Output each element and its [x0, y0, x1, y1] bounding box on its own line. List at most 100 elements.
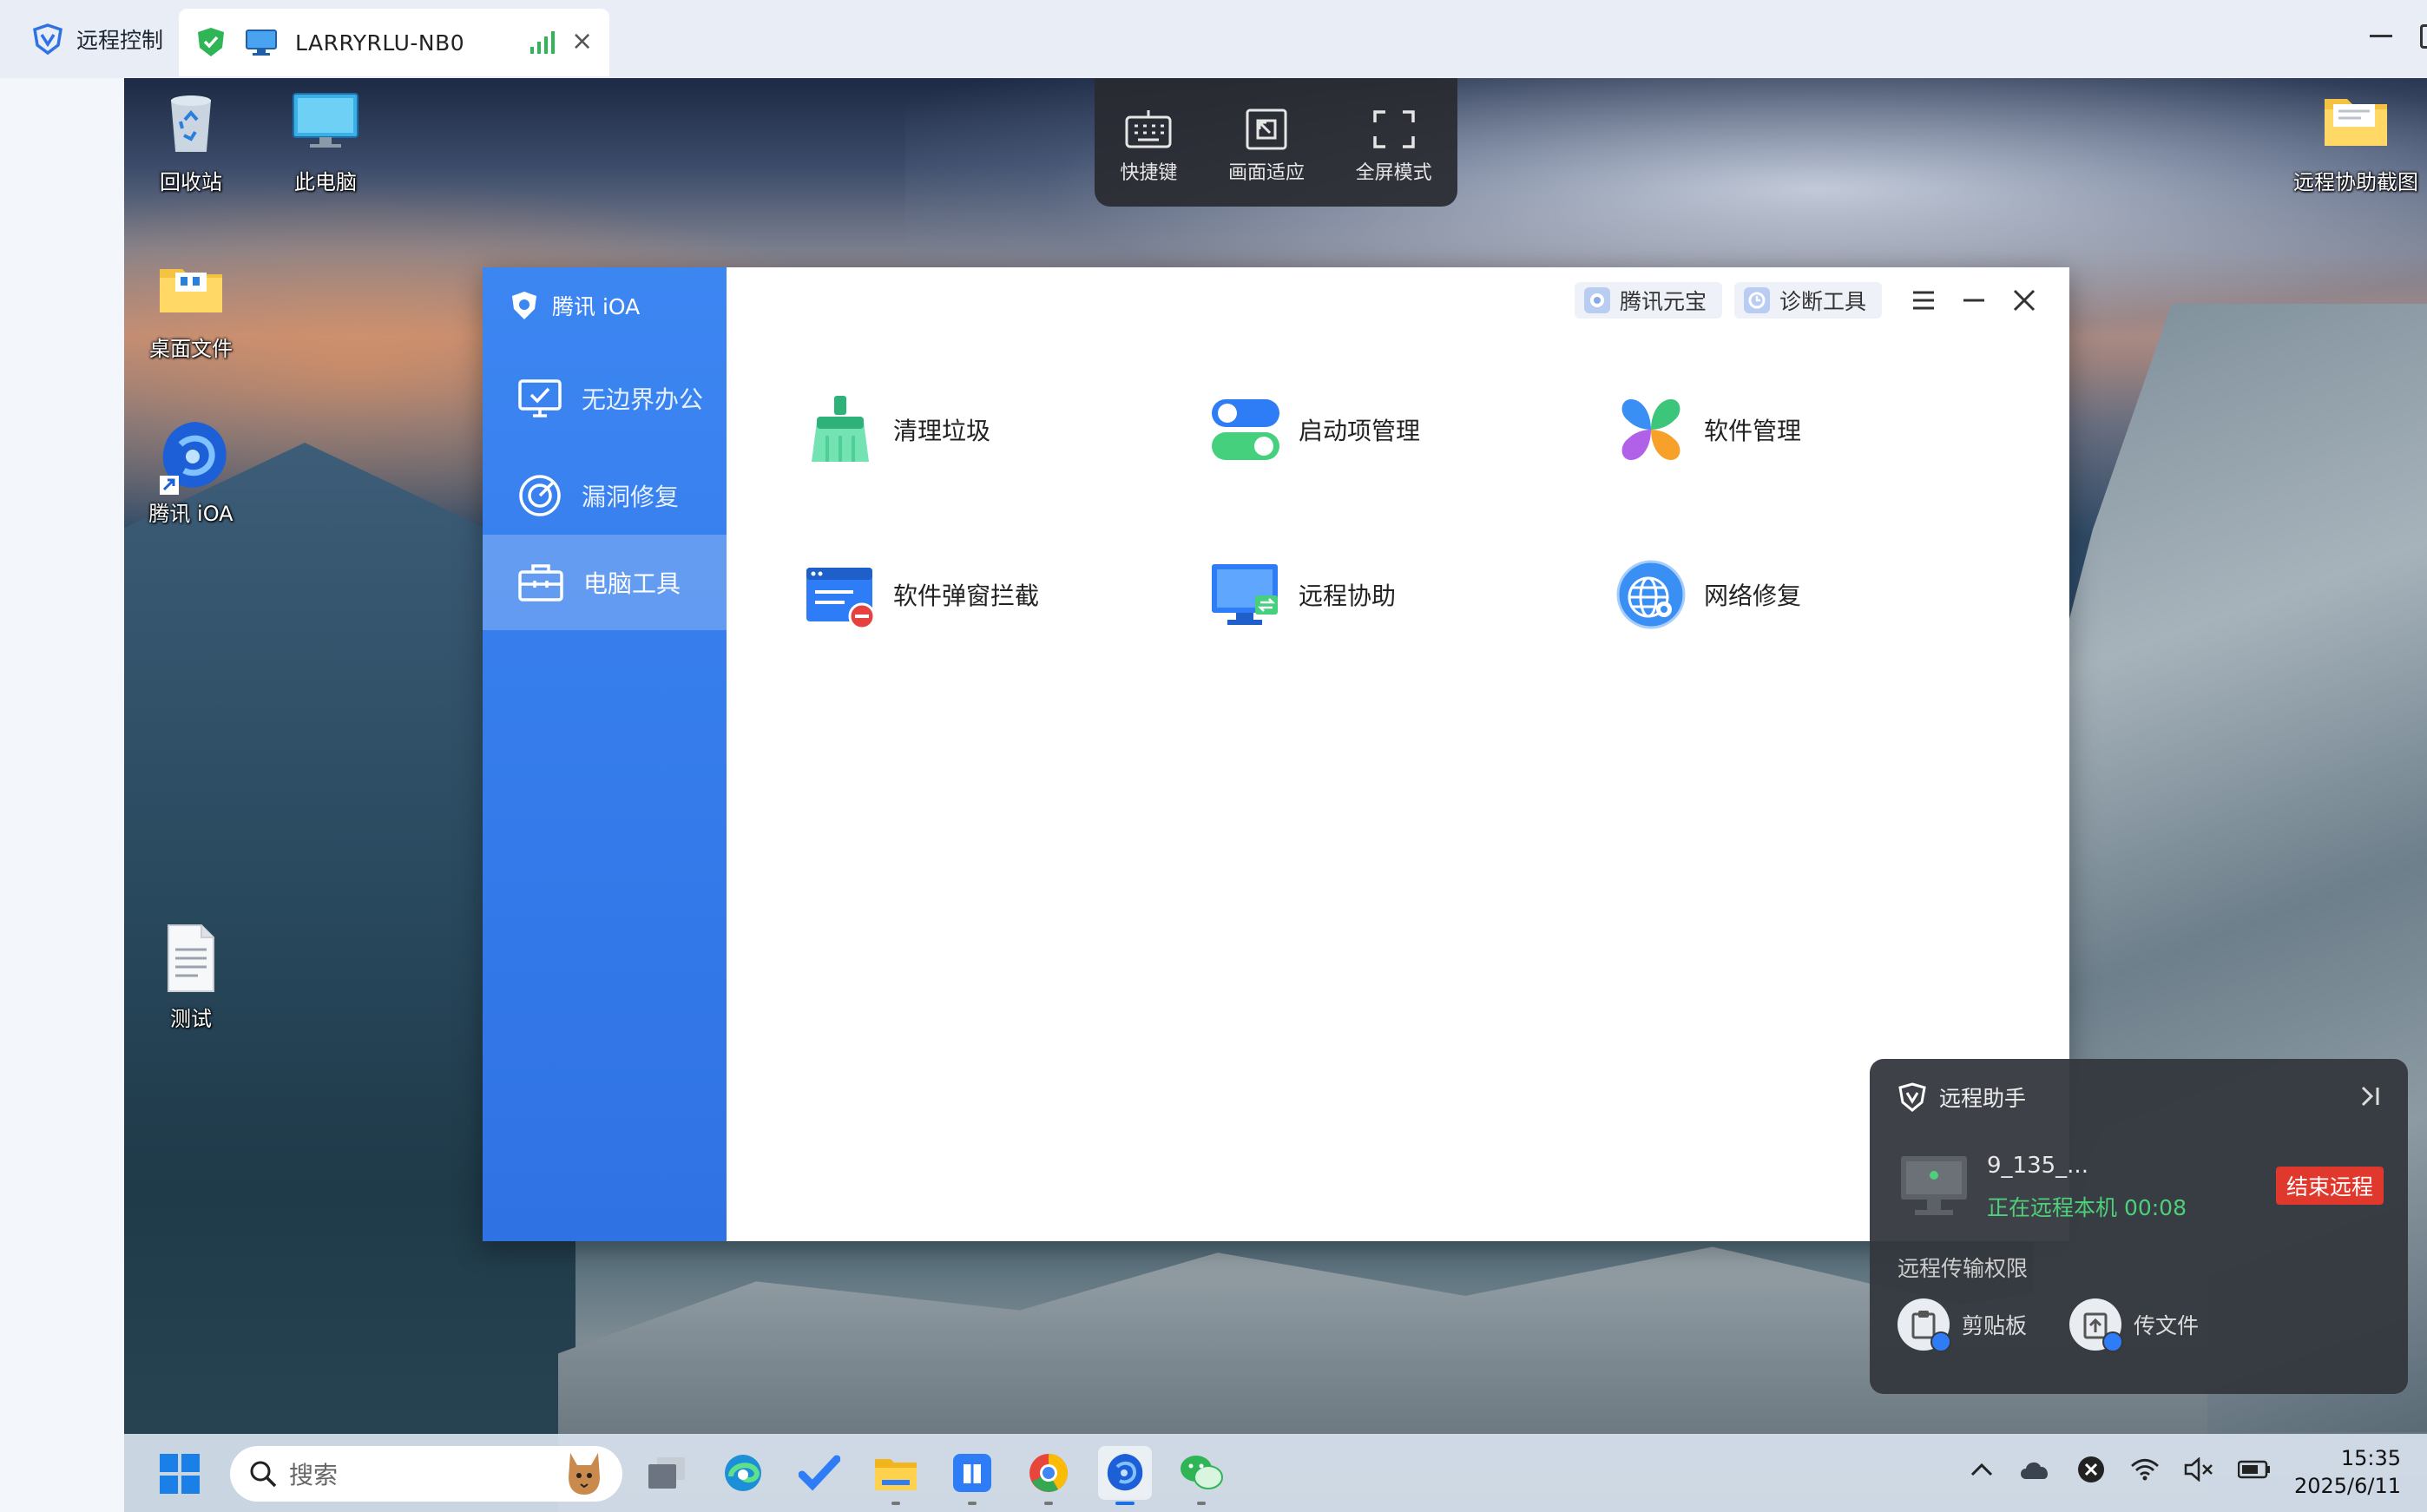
search-icon [249, 1460, 277, 1488]
error-badge-icon[interactable] [2076, 1455, 2106, 1484]
fit-screen-icon [1242, 108, 1291, 150]
wifi-icon[interactable] [2130, 1457, 2160, 1482]
tool-label: 软件弹窗拦截 [893, 577, 1039, 612]
tool-label: 远程协助 [1299, 577, 1396, 612]
keyboard-icon [1124, 108, 1173, 150]
battery-icon[interactable] [2238, 1460, 2271, 1479]
tool-clean-junk[interactable]: 清理垃圾 [805, 394, 990, 465]
file-transfer-icon [2069, 1298, 2121, 1351]
fullscreen-label: 全屏模式 [1356, 157, 1432, 185]
todo-icon [799, 1452, 840, 1494]
window-minimize-button[interactable] [2370, 35, 2392, 37]
clipboard-icon [1898, 1298, 1950, 1351]
shortcut-keys-label: 快捷键 [1120, 157, 1177, 185]
ioa-header-bar: 腾讯元宝 诊断工具 [1575, 281, 2043, 319]
shield-radar-icon [517, 473, 562, 518]
start-button[interactable] [159, 1453, 201, 1495]
app-running-indicator [1044, 1502, 1053, 1505]
edge-icon [722, 1452, 764, 1494]
menu-icon[interactable] [1904, 281, 1943, 319]
folder-icon [156, 253, 226, 323]
toggle-switch-icon [1210, 394, 1281, 465]
fit-screen-button[interactable]: 画面适应 [1228, 108, 1305, 185]
store-icon [951, 1452, 993, 1494]
taskbar-app-wechat[interactable] [1174, 1446, 1228, 1500]
window-maximize-button[interactable] [2420, 24, 2427, 49]
app-running-indicator [891, 1502, 900, 1505]
shortcut-keys-button[interactable]: 快捷键 [1120, 108, 1177, 185]
yuanbao-label: 腾讯元宝 [1620, 285, 1707, 316]
ioa-sidebar: 腾讯 iOA 无边界办公 漏洞修复 电脑工具 [483, 267, 727, 1241]
fit-screen-label: 画面适应 [1228, 157, 1305, 185]
chevron-up-icon[interactable] [1970, 1463, 1993, 1476]
recycle-bin-icon [156, 87, 226, 156]
desktop-icon-remote-screenshots[interactable]: 远程协助截图 [2286, 87, 2425, 195]
tab-close-icon[interactable]: × [571, 26, 593, 57]
end-remote-button[interactable]: 结束远程 [2276, 1167, 2384, 1205]
taskbar-app-file-explorer[interactable] [869, 1446, 923, 1500]
tool-popup-blocker[interactable]: 软件弹窗拦截 [805, 559, 1039, 630]
taskbar-app-task-view[interactable] [640, 1446, 694, 1500]
session-tab[interactable]: LARRYRLU-NB0 × [179, 9, 609, 76]
host-titlebar: 远程控制 LARRYRLU-NB0 × [0, 0, 2427, 78]
taskbar-app-todo[interactable] [793, 1446, 846, 1500]
diagnose-icon [1743, 286, 1771, 314]
close-icon[interactable] [2005, 281, 2043, 319]
tool-software-manager[interactable]: 软件管理 [1615, 394, 1801, 465]
secure-shield-icon [196, 27, 226, 58]
nav-item-label: 漏洞修复 [582, 478, 679, 513]
globe-icon [1615, 559, 1687, 630]
text-file-icon [156, 924, 226, 993]
nav-item-label: 电脑工具 [583, 565, 681, 600]
check-badge-icon [2102, 1331, 2123, 1352]
nav-item-computer-tools[interactable]: 电脑工具 [483, 535, 727, 630]
taskbar-app-store[interactable] [945, 1446, 999, 1500]
taskbar-app-chrome[interactable] [1022, 1446, 1075, 1500]
minimize-icon[interactable] [1955, 281, 1993, 319]
taskbar-app-ioa[interactable] [1098, 1446, 1152, 1500]
popup-block-icon [805, 559, 876, 630]
yuanbao-button[interactable]: 腾讯元宝 [1575, 282, 1722, 319]
ioa-brand-text: 腾讯 iOA [552, 290, 640, 321]
desktop-icon-desktop-files[interactable]: 桌面文件 [126, 253, 256, 362]
desktop-icon-label: 此电脑 [260, 165, 391, 195]
system-tray [1970, 1455, 2271, 1484]
desktop-icon-tencent-ioa[interactable]: 腾讯 iOA [126, 418, 256, 527]
permission-clipboard[interactable]: 剪贴板 [1898, 1298, 2027, 1351]
volume-muted-icon[interactable] [2184, 1457, 2213, 1482]
taskbar-app-edge[interactable] [716, 1446, 770, 1500]
ioa-shortcut-icon [156, 418, 226, 488]
monitor-check-icon [517, 378, 562, 419]
app-running-indicator [1115, 1502, 1135, 1505]
assistant-title: 远程助手 [1898, 1081, 2026, 1113]
app-running-indicator [968, 1502, 977, 1505]
taskbar: 搜索 15:35 2025 [124, 1434, 2427, 1512]
permission-file-transfer[interactable]: 传文件 [2069, 1298, 2199, 1351]
fullscreen-button[interactable]: 全屏模式 [1356, 108, 1432, 185]
session-status: 正在远程本机 00:08 [1987, 1191, 2187, 1222]
ioa-content: 腾讯元宝 诊断工具 清理垃圾 [727, 267, 2069, 1241]
tool-remote-assist[interactable]: 远程协助 [1210, 559, 1396, 630]
search-placeholder: 搜索 [289, 1456, 338, 1491]
nav-item-borderless-office[interactable]: 无边界办公 [483, 351, 727, 446]
file-explorer-icon [873, 1454, 918, 1492]
desktop-icon-label: 远程协助截图 [2286, 165, 2425, 195]
remote-monitor-icon [1899, 1154, 1969, 1220]
nav-item-vulnerability-fix[interactable]: 漏洞修复 [483, 448, 727, 543]
ioa-icon [1104, 1452, 1146, 1494]
session-tab-label: LARRYRLU-NB0 [295, 30, 464, 56]
signal-strength-icon [529, 30, 556, 54]
desktop-icon-test-file[interactable]: 测试 [126, 924, 256, 1032]
desktop-icon-this-pc[interactable]: 此电脑 [260, 87, 391, 195]
taskbar-search[interactable]: 搜索 [230, 1446, 622, 1502]
desktop-icon-label: 回收站 [126, 165, 256, 195]
onedrive-cloud-icon[interactable] [2017, 1458, 2052, 1481]
tool-startup-manager[interactable]: 启动项管理 [1210, 394, 1420, 465]
taskbar-clock[interactable]: 15:35 2025/6/11 [2294, 1444, 2401, 1500]
desktop-icon-label: 腾讯 iOA [126, 496, 256, 527]
tool-label: 启动项管理 [1299, 412, 1420, 447]
collapse-panel-icon[interactable] [2359, 1085, 2382, 1108]
tool-network-repair[interactable]: 网络修复 [1615, 559, 1801, 630]
desktop-icon-recycle-bin[interactable]: 回收站 [126, 87, 256, 195]
diagnose-tool-button[interactable]: 诊断工具 [1734, 282, 1882, 319]
